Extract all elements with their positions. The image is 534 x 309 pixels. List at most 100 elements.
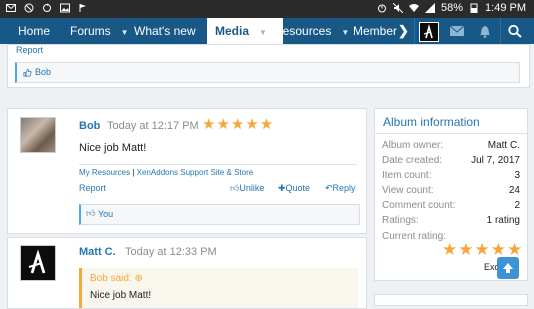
- quote-attr-label: Bob said:: [90, 273, 132, 284]
- info-label: Ratings:: [382, 215, 419, 226]
- info-value: 3: [514, 170, 520, 181]
- logo-a-icon: [423, 23, 433, 39]
- info-row-owner: Album owner: Matt C.: [382, 140, 520, 151]
- quote-button[interactable]: ✚Quote: [278, 183, 310, 194]
- battery-percent: 58%: [441, 2, 464, 14]
- reply-label: Reply: [332, 183, 356, 193]
- battery-icon: [470, 3, 478, 13]
- unlike-button[interactable]: 👍︎Unlike: [230, 183, 264, 194]
- email-notif-icon: [6, 4, 16, 12]
- post-timestamp[interactable]: Today at 12:33 PM: [125, 246, 217, 258]
- album-info-title: Album information: [383, 115, 480, 129]
- back-to-top-button[interactable]: [497, 257, 519, 279]
- thumbs-up-icon: [23, 68, 32, 77]
- info-row-comments: Comment count: 2: [382, 200, 520, 211]
- clock: 1:49 PM: [485, 2, 526, 14]
- liker-name[interactable]: Bob: [35, 67, 51, 77]
- nav-media-label: Media: [215, 24, 250, 38]
- flag-icon: [79, 4, 86, 12]
- chevron-down-icon[interactable]: ▼: [341, 28, 349, 37]
- arrow-up-circle-icon: ⊕: [134, 273, 143, 284]
- avatar[interactable]: [20, 117, 56, 153]
- quote-attribution[interactable]: Bob said: ⊕: [90, 273, 143, 284]
- chevron-down-icon[interactable]: ▼: [121, 28, 129, 37]
- logo-a-icon: [28, 249, 46, 274]
- mail-icon[interactable]: [449, 24, 465, 38]
- post-username[interactable]: Matt C.: [79, 246, 116, 258]
- reply-icon: ↶: [325, 183, 333, 193]
- post-timestamp[interactable]: Today at 12:17 PM: [107, 120, 199, 132]
- nav-media[interactable]: Media ▼: [207, 18, 283, 44]
- info-label: Date created:: [382, 155, 443, 166]
- report-link[interactable]: Report: [16, 45, 43, 55]
- info-value: Jul 7, 2017: [471, 155, 520, 166]
- info-value[interactable]: Matt C.: [488, 140, 520, 151]
- gallery-icon: [60, 3, 70, 13]
- nav-whats-new-label: What's new: [134, 24, 196, 38]
- signature-link-site[interactable]: XenAddons Support Site & Store: [137, 168, 254, 177]
- comment-post-matt: Matt C. Today at 12:33 PM Bob said: ⊕ Ni…: [7, 237, 367, 309]
- quote-body: Nice job Matt!: [90, 290, 152, 301]
- wifi-icon: [409, 4, 419, 12]
- status-icons-left: [6, 3, 88, 13]
- nav-forums-label: Forums: [70, 24, 111, 38]
- reply-button[interactable]: ↶Reply: [325, 183, 356, 194]
- signal-icon: [425, 3, 435, 13]
- info-value[interactable]: 1 rating: [487, 215, 520, 226]
- search-icon[interactable]: [507, 24, 523, 38]
- previous-comment-block: Report Bob: [7, 44, 530, 88]
- info-row-ratings: Ratings: 1 rating: [382, 215, 520, 226]
- nav-resources[interactable]: Resources ▼: [274, 18, 349, 44]
- bell-icon[interactable]: [477, 24, 493, 38]
- nav-home[interactable]: Home: [18, 18, 50, 44]
- info-value: 24: [508, 185, 520, 196]
- next-sidebar-block: [374, 294, 528, 306]
- chevron-down-icon[interactable]: ▼: [259, 28, 267, 37]
- user-avatar[interactable]: [419, 22, 439, 42]
- nav-divider: [500, 18, 501, 44]
- info-label: View count:: [382, 185, 434, 196]
- info-label: Current rating:: [382, 231, 446, 242]
- nav-members[interactable]: Member: [353, 18, 397, 44]
- likes-bar: Bob: [15, 62, 520, 83]
- signature-divider: [79, 164, 357, 165]
- liker-name[interactable]: You: [98, 209, 113, 219]
- signature: My Resources | XenAddons Support Site & …: [79, 168, 253, 177]
- nav-forums[interactable]: Forums ▼: [70, 18, 129, 44]
- avatar[interactable]: [20, 245, 56, 281]
- signature-separator: |: [132, 168, 135, 177]
- rating-stars: ★★★★★: [202, 116, 275, 133]
- alarm-icon: [378, 4, 386, 13]
- post-body: Nice job Matt!: [79, 142, 147, 154]
- system-status-bar: 58% 1:49 PM: [0, 0, 534, 18]
- post-username[interactable]: Bob: [79, 120, 100, 132]
- nav-members-label: Member: [353, 24, 398, 38]
- info-label: Album owner:: [382, 140, 444, 151]
- info-label: Comment count:: [382, 200, 456, 211]
- nav-resources-label: Resources: [274, 24, 332, 38]
- info-label: Item count:: [382, 170, 432, 181]
- arrow-up-icon: [503, 263, 513, 273]
- status-icons-right: 58% 1:49 PM: [377, 2, 526, 14]
- nav-divider: [414, 18, 415, 44]
- likes-bar: 👍︎ You: [79, 204, 360, 225]
- signature-link-resources[interactable]: My Resources: [79, 168, 130, 177]
- info-row-items: Item count: 3: [382, 170, 520, 181]
- divider: [375, 133, 527, 134]
- blocked-icon: [24, 3, 34, 13]
- plus-icon: ✚: [278, 183, 286, 193]
- info-row-date: Date created: Jul 7, 2017: [382, 155, 520, 166]
- info-row-views: View count: 24: [382, 185, 520, 196]
- nav-whats-new[interactable]: What's new▼: [134, 18, 214, 44]
- nav-home-label: Home: [18, 24, 51, 38]
- quote-label: Quote: [285, 183, 311, 193]
- sync-icon: [43, 3, 51, 12]
- nav-scroll-right-icon[interactable]: ❯: [398, 18, 414, 44]
- report-link[interactable]: Report: [79, 183, 106, 193]
- mute-icon: [393, 3, 403, 13]
- info-value: 2: [514, 200, 520, 211]
- quote-block: Bob said: ⊕ Nice job Matt!: [79, 268, 358, 308]
- thumbs-up-icon: 👍︎: [230, 183, 240, 193]
- comment-post-bob: Bob Today at 12:17 PM ★★★★★ Nice job Mat…: [7, 108, 367, 234]
- thumbs-up-icon: 👍︎: [86, 208, 96, 218]
